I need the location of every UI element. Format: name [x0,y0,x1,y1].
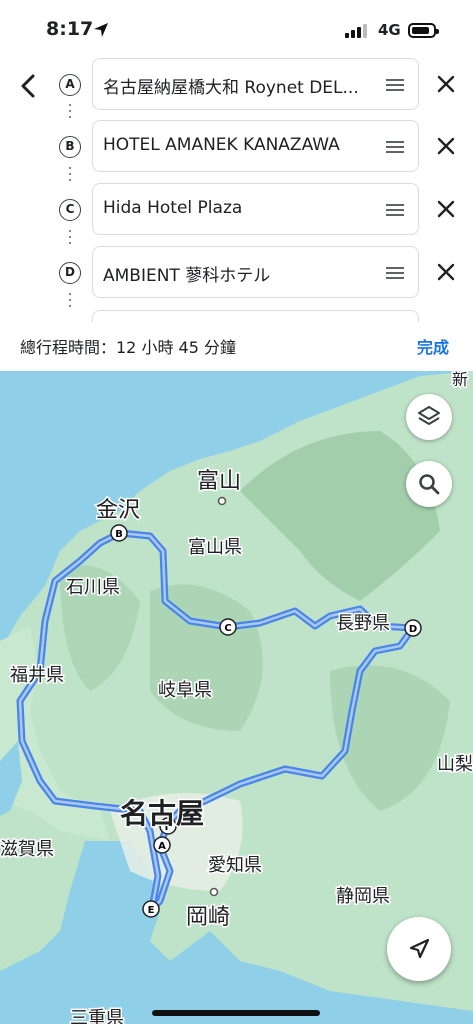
label-yamanashi: 山梨 [437,754,473,775]
battery-icon [408,23,439,38]
drag-handle-icon[interactable] [386,79,404,91]
stop-a-name: 名古屋納屋橋大和 Roynet DEL... [103,78,359,98]
stop-c-badge: C [59,199,81,221]
navigate-button[interactable] [387,917,451,981]
search-icon [419,474,440,495]
route-connector-dots [69,104,71,122]
marker-d[interactable]: D [404,619,422,637]
label-toyama-city: 富山 [197,469,241,494]
route-connector-dots [69,293,71,311]
marker-a[interactable]: A [153,836,171,854]
label-aichi: 愛知県 [208,855,262,876]
label-nagano: 長野県 [336,613,390,634]
drag-handle-icon[interactable] [386,141,404,153]
label-niigata-partial: 新 [452,371,468,389]
home-indicator [152,1010,320,1016]
label-shiga: 滋賀県 [0,839,54,860]
route-connector-dots [69,167,71,185]
okazaki-city-dot [209,887,219,897]
toyama-city-dot [217,496,227,506]
location-arrow-icon [94,23,108,37]
remove-stop-a-icon[interactable] [434,72,458,96]
status-bar: 8:17 4G [0,0,473,56]
svg-text:B: B [115,529,123,540]
total-trip-time: 總行程時間：12 小時 45 分鐘 [20,338,236,357]
back-arrow-icon[interactable] [14,70,42,102]
svg-text:C: C [224,623,231,634]
search-along-route-button[interactable] [406,461,452,507]
network-type: 4G [378,21,401,39]
label-kanazawa: 金沢 [96,498,140,523]
done-button[interactable]: 完成 [417,334,449,358]
label-fukui: 福井県 [10,665,64,686]
navigation-arrow-icon [409,938,430,959]
svg-text:E: E [148,905,155,916]
stop-a-field[interactable]: 名古屋納屋橋大和 Roynet DEL... [92,58,419,110]
stop-d-badge: D [59,262,81,284]
stop-a-badge: A [59,74,81,96]
drag-handle-icon[interactable] [386,204,404,216]
stop-c-name: Hida Hotel Plaza [103,198,243,218]
layers-button[interactable] [406,394,452,440]
remove-stop-c-icon[interactable] [434,197,458,221]
label-ishikawa: 石川県 [66,577,120,598]
remove-stop-b-icon[interactable] [434,134,458,158]
label-okazaki: 岡崎 [186,905,230,930]
marker-b[interactable]: B [110,524,128,542]
stop-d-name: AMBIENT 蓼科ホテル [103,266,271,286]
svg-text:D: D [409,624,417,635]
marker-e[interactable]: E [142,900,160,918]
label-mie: 三重県 [70,1008,124,1024]
layers-icon [418,406,440,425]
cellular-signal-icon [345,24,367,38]
stop-e-field-partial[interactable] [92,310,419,322]
label-nagoya: 名古屋 [120,797,204,830]
stop-d-field[interactable]: AMBIENT 蓼科ホテル [92,246,419,298]
stop-c-field[interactable]: Hida Hotel Plaza [92,183,419,235]
drag-handle-icon[interactable] [386,267,404,279]
stop-b-field[interactable]: HOTEL AMANEK KANAZAWA [92,120,419,172]
label-gifu: 岐阜県 [158,680,212,701]
stop-b-badge: B [59,136,81,158]
svg-text:A: A [158,841,166,852]
status-time: 8:17 [46,18,94,40]
marker-c[interactable]: C [219,618,237,636]
label-toyama-pref: 富山県 [188,537,242,558]
label-shizuoka: 静岡県 [336,886,390,907]
remove-stop-d-icon[interactable] [434,260,458,284]
stop-b-name: HOTEL AMANEK KANAZAWA [103,135,340,155]
route-connector-dots [69,230,71,248]
